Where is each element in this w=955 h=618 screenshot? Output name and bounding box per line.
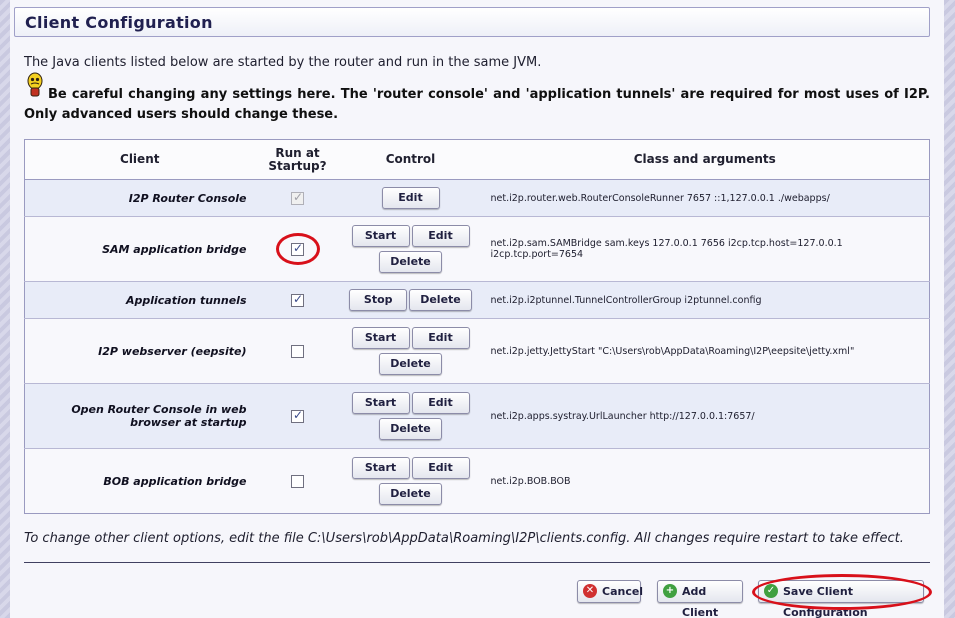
- cancel-icon: ✕: [583, 584, 597, 598]
- add-client-label: Add Client: [682, 585, 719, 618]
- left-border-strip: [0, 0, 10, 618]
- class-args: net.i2p.router.web.RouterConsoleRunner 7…: [480, 179, 930, 217]
- client-name: SAM application bridge: [24, 216, 255, 282]
- start-button[interactable]: Start: [351, 457, 410, 479]
- header-client: Client: [24, 139, 255, 180]
- delete-button[interactable]: Delete: [379, 353, 442, 375]
- run-at-startup-checkbox[interactable]: [291, 408, 304, 423]
- client-name: Open Router Console in web browser at st…: [24, 383, 255, 449]
- save-client-configuration-button[interactable]: ✓ Save Client Configuration: [758, 580, 924, 618]
- cancel-button[interactable]: ✕ Cancel: [577, 580, 644, 603]
- class-args: net.i2p.apps.systray.UrlLauncher http://…: [480, 383, 930, 449]
- start-button[interactable]: Start: [351, 225, 410, 247]
- table-row: Open Router Console in web browser at st…: [24, 383, 930, 449]
- right-border-strip: [944, 0, 955, 618]
- run-at-startup-checkbox[interactable]: [291, 241, 304, 256]
- add-client-button[interactable]: + Add Client: [657, 580, 743, 618]
- run-at-startup-checkbox[interactable]: [291, 292, 304, 307]
- delete-button[interactable]: Delete: [379, 251, 442, 273]
- save-label: Save Client Configuration: [783, 585, 868, 618]
- client-name: Application tunnels: [24, 281, 255, 319]
- class-args: net.i2p.sam.SAMBridge sam.keys 127.0.0.1…: [480, 216, 930, 282]
- edit-button[interactable]: Edit: [381, 187, 440, 209]
- intro-text: The Java clients listed below are starte…: [24, 55, 542, 70]
- title-bar: Client Configuration: [14, 7, 930, 37]
- edit-button[interactable]: Edit: [411, 457, 470, 479]
- table-row: Application tunnels StopDelete net.i2p.i…: [24, 281, 930, 319]
- edit-button[interactable]: Edit: [411, 392, 470, 414]
- cancel-label: Cancel: [602, 585, 644, 598]
- delete-button[interactable]: Delete: [379, 418, 442, 440]
- table-row: SAM application bridge StartEdit Delete …: [24, 216, 930, 282]
- table-row: BOB application bridge Start Edit Delete …: [24, 448, 930, 514]
- header-class-args: Class and arguments: [480, 139, 930, 180]
- start-button[interactable]: Start: [351, 327, 410, 349]
- start-button[interactable]: Start: [351, 392, 410, 414]
- warning-text: Be careful changing any settings here. T…: [24, 87, 930, 122]
- delete-button[interactable]: Delete: [409, 289, 472, 311]
- client-name: I2P webserver (eepsite): [24, 318, 255, 384]
- client-name: BOB application bridge: [24, 448, 255, 514]
- divider: [24, 562, 930, 563]
- client-name: I2P Router Console: [24, 179, 255, 217]
- table-row: I2P Router Console Edit net.i2p.router.w…: [24, 179, 930, 217]
- edit-button[interactable]: Edit: [411, 225, 470, 247]
- header-control: Control: [340, 139, 481, 180]
- table-header-row: Client Run at Startup? Control Class and …: [24, 139, 930, 180]
- page-title: Client Configuration: [25, 13, 213, 32]
- config-file-note: To change other client options, edit the…: [24, 531, 904, 546]
- run-at-startup-checkbox: [291, 190, 304, 205]
- run-at-startup-checkbox[interactable]: [291, 474, 304, 488]
- class-args: net.i2p.jetty.JettyStart "C:\Users\rob\A…: [480, 318, 930, 384]
- clients-table: Client Run at Startup? Control Class and …: [24, 139, 930, 514]
- run-at-startup-checkbox[interactable]: [291, 344, 304, 358]
- edit-button[interactable]: Edit: [411, 327, 470, 349]
- header-run-at-startup: Run at Startup?: [254, 139, 341, 180]
- delete-button[interactable]: Delete: [379, 483, 442, 505]
- class-args: net.i2p.BOB.BOB: [480, 448, 930, 514]
- add-icon: +: [663, 584, 677, 598]
- class-args: net.i2p.i2ptunnel.TunnelControllerGroup …: [480, 281, 930, 319]
- checkmark-icon: ✓: [764, 584, 778, 598]
- table-row: I2P webserver (eepsite) Start Edit Delete…: [24, 318, 930, 384]
- stop-button[interactable]: Stop: [349, 289, 408, 311]
